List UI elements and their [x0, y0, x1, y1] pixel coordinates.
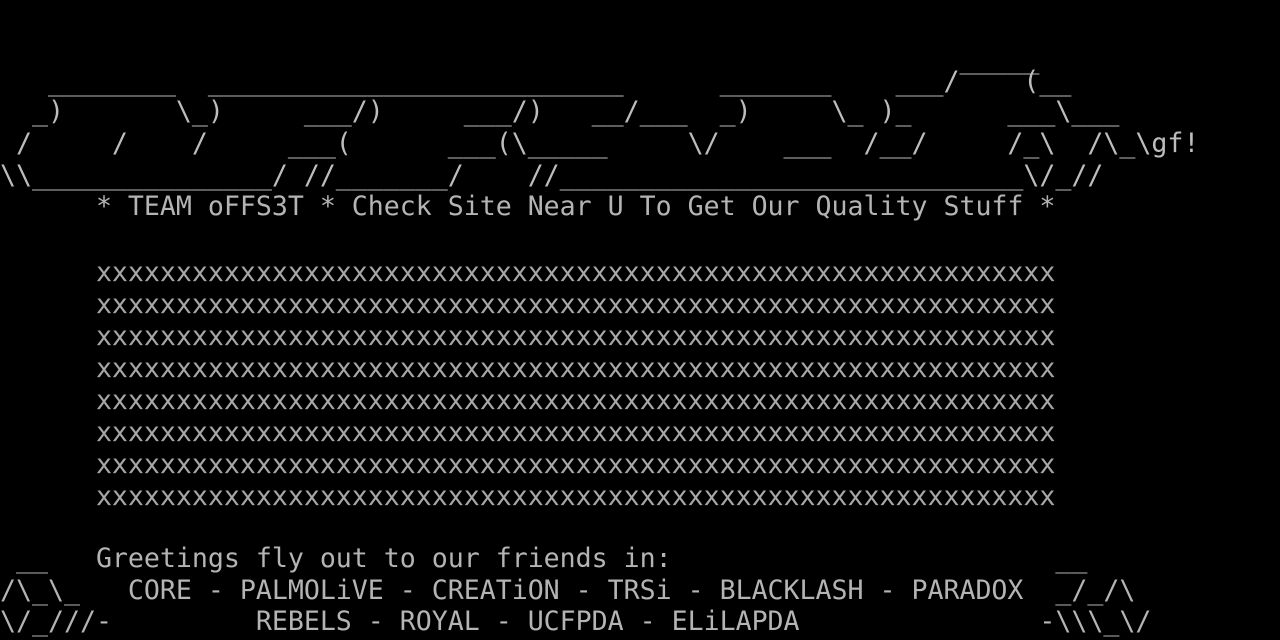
masked-text-line-6: xxxxxxxxxxxxxxxxxxxxxxxxxxxxxxxxxxxxxxxx…: [0, 417, 1056, 448]
ascii-logo-line-2: ________ __________________________ ____…: [0, 66, 1072, 97]
tagline: * TEAM oFFS3T * Check Site Near U To Get…: [0, 191, 1056, 222]
masked-text-line-2: xxxxxxxxxxxxxxxxxxxxxxxxxxxxxxxxxxxxxxxx…: [0, 289, 1056, 320]
ascii-logo-line-4: / / / ___( ___(\_____ \/ ___ /__/ /_\ /\…: [0, 128, 1200, 159]
greetings-heading: __ Greetings fly out to our friends in: …: [0, 543, 1088, 574]
greetings-groups-line-2: \/_///- REBELS - ROYAL - UCFPDA - ELiLAP…: [0, 606, 1152, 637]
terminal-screen: _____ ________ _________________________…: [0, 0, 1280, 640]
ascii-logo-line-3: _) \_) ___/) ___/) __/___ _) \_ )_ ___\_…: [0, 96, 1120, 127]
ascii-logo-line-5: \\_______________/ //_______/ //________…: [0, 160, 1104, 191]
masked-text-line-8: xxxxxxxxxxxxxxxxxxxxxxxxxxxxxxxxxxxxxxxx…: [0, 481, 1056, 512]
masked-text-line-4: xxxxxxxxxxxxxxxxxxxxxxxxxxxxxxxxxxxxxxxx…: [0, 353, 1056, 384]
masked-text-line-1: xxxxxxxxxxxxxxxxxxxxxxxxxxxxxxxxxxxxxxxx…: [0, 257, 1056, 288]
masked-text-line-5: xxxxxxxxxxxxxxxxxxxxxxxxxxxxxxxxxxxxxxxx…: [0, 385, 1056, 416]
masked-text-line-3: xxxxxxxxxxxxxxxxxxxxxxxxxxxxxxxxxxxxxxxx…: [0, 321, 1056, 352]
greetings-groups-line-1: /\_\_ CORE - PALMOLiVE - CREATiON - TRSi…: [0, 575, 1136, 606]
masked-text-line-7: xxxxxxxxxxxxxxxxxxxxxxxxxxxxxxxxxxxxxxxx…: [0, 449, 1056, 480]
